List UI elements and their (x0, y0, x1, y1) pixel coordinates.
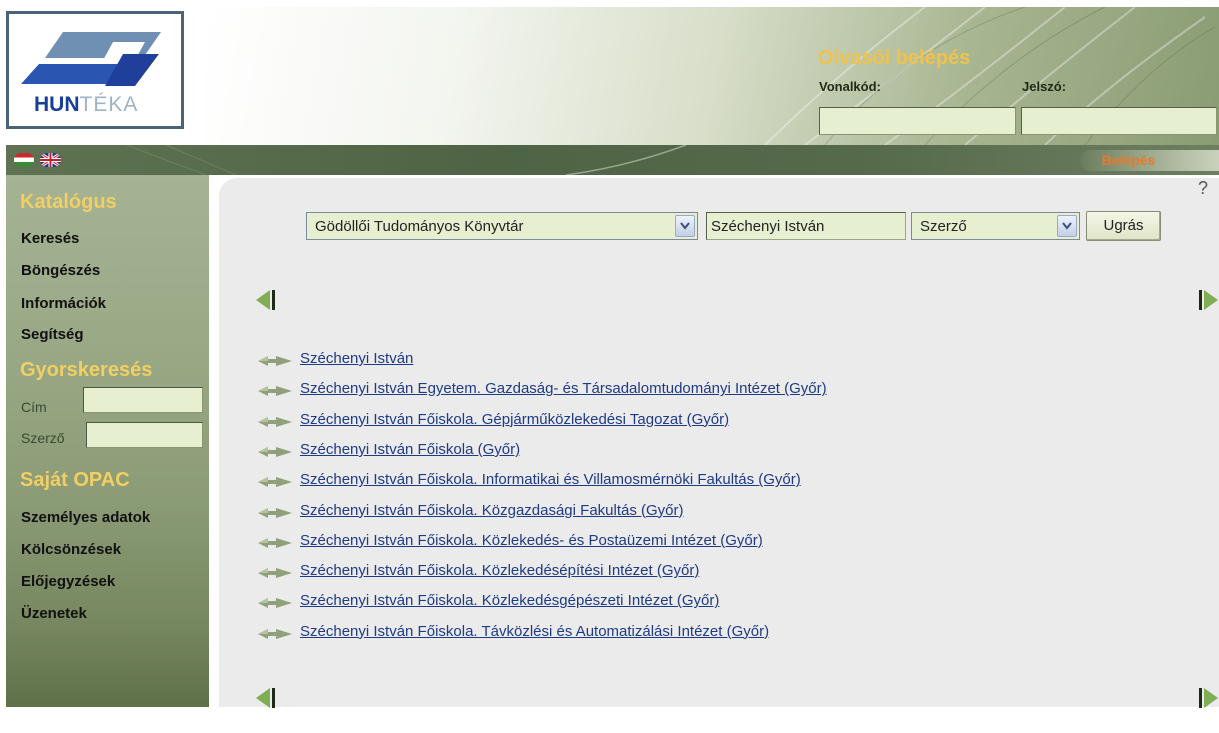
result-link[interactable]: Széchenyi István (300, 350, 413, 367)
result-link[interactable]: Széchenyi István Főiskola. Gépjárműközle… (300, 411, 729, 428)
next-page-icon[interactable] (1198, 686, 1219, 710)
sidebar-item-browse[interactable]: Böngészés (21, 262, 100, 279)
hunteka-logo[interactable]: HUNTÉKA (6, 11, 184, 129)
password-label: Jelszó: (1022, 79, 1067, 94)
arrow-bullet-icon (258, 568, 292, 579)
next-page-icon[interactable] (1198, 288, 1219, 312)
result-link[interactable]: Széchenyi István Főiskola. Közlekedésépí… (300, 562, 699, 579)
library-select[interactable]: Gödöllői Tudományos Könyvtár (306, 212, 698, 240)
sidebar-item-search[interactable]: Keresés (21, 230, 79, 247)
sidebar-item-messages[interactable]: Üzenetek (21, 605, 87, 622)
previous-page-icon[interactable] (254, 288, 276, 312)
arrow-bullet-icon (258, 477, 292, 488)
search-field-select[interactable]: Szerző (911, 212, 1080, 240)
arrow-bullet-icon (258, 416, 292, 427)
bar-texture (125, 145, 687, 175)
password-input[interactable] (1021, 107, 1217, 135)
logo-wordmark: HUNTÉKA (34, 93, 138, 117)
arrow-bullet-icon (258, 356, 292, 366)
quick-author-input[interactable] (86, 422, 203, 448)
result-link[interactable]: Széchenyi István Főiskola. Közlekedésgép… (300, 592, 719, 609)
search-field-select-value: Szerző (920, 218, 967, 235)
go-button[interactable]: Ugrás (1086, 211, 1161, 241)
login-button[interactable]: Belépés (1080, 150, 1219, 171)
login-button-label: Belépés (1101, 152, 1156, 168)
arrow-bullet-icon (258, 507, 292, 518)
result-link[interactable]: Széchenyi István Főiskola. Közlekedés- é… (300, 532, 763, 549)
search-query-input[interactable] (706, 212, 906, 240)
arrow-bullet-icon (258, 628, 292, 639)
barcode-label: Vonalkód: (819, 79, 881, 94)
result-link[interactable]: Széchenyi István Egyetem. Gazdaság- és T… (300, 380, 827, 397)
own-opac-section-title: Saját OPAC (20, 469, 130, 491)
catalog-section-title: Katalógus (20, 191, 117, 213)
arrow-bullet-icon (258, 598, 292, 609)
library-select-value: Gödöllői Tudományos Könyvtár (315, 218, 524, 235)
arrow-bullet-icon (258, 537, 292, 548)
sidebar-item-information[interactable]: Információk (21, 295, 106, 312)
quick-search-section-title: Gyorskeresés (20, 359, 153, 381)
sidebar-item-personal-data[interactable]: Személyes adatok (21, 509, 150, 526)
sidebar-item-loans[interactable]: Kölcsönzések (21, 541, 121, 558)
quick-author-label: Szerző (21, 430, 65, 446)
quick-title-label: Cím (21, 399, 47, 415)
hu-flag-icon[interactable] (14, 153, 34, 167)
result-link[interactable]: Széchenyi István Főiskola. Távközlési és… (300, 623, 769, 640)
uk-flag-icon[interactable] (40, 153, 61, 167)
logo-secondary-text: TÉKA (79, 93, 139, 116)
top-navigation-bar: Belépés (6, 145, 1219, 175)
chevron-down-icon[interactable] (1057, 215, 1077, 237)
result-link[interactable]: Széchenyi István Főiskola. Informatikai … (300, 471, 801, 488)
arrow-bullet-icon (258, 386, 292, 397)
quick-title-input[interactable] (83, 387, 203, 413)
barcode-input[interactable] (819, 107, 1016, 135)
sidebar: Katalógus Keresés Böngészés Információk … (6, 175, 209, 707)
sidebar-item-help[interactable]: Segítség (21, 326, 84, 343)
previous-page-icon[interactable] (254, 686, 276, 710)
result-link[interactable]: Széchenyi István Főiskola (Győr) (300, 441, 520, 458)
result-link[interactable]: Széchenyi István Főiskola. Közgazdasági … (300, 502, 684, 519)
arrow-bullet-icon (258, 446, 292, 457)
chevron-down-icon[interactable] (675, 215, 695, 237)
login-title: Olvasói belépés (818, 47, 971, 69)
sidebar-item-reservations[interactable]: Előjegyzések (21, 573, 115, 590)
logo-primary-text: HUN (34, 93, 80, 116)
help-icon[interactable]: ? (1198, 178, 1208, 199)
